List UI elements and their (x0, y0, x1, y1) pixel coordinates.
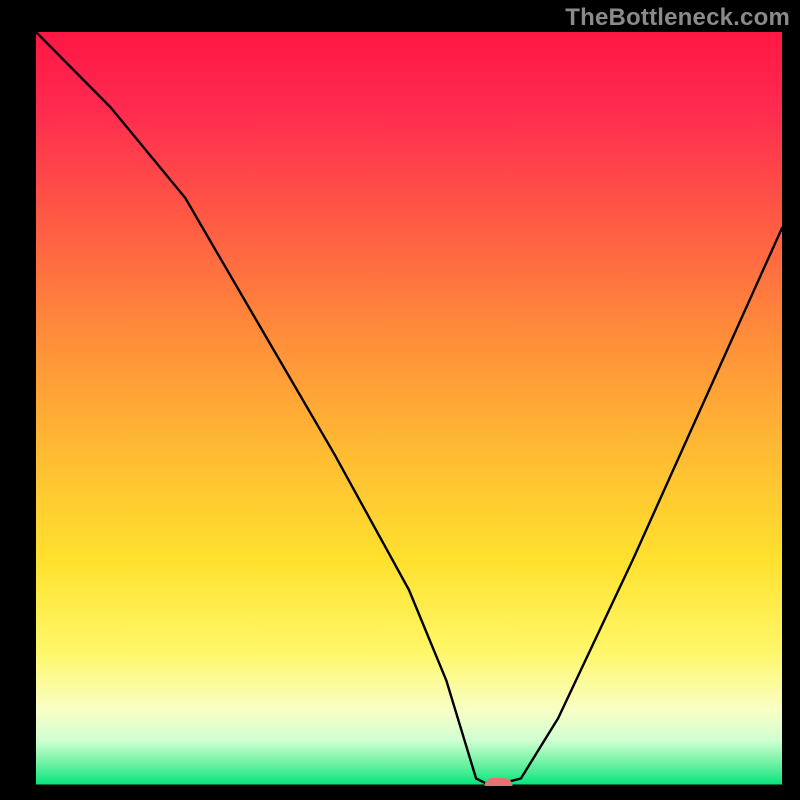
chart-canvas (0, 0, 800, 800)
chart-stage: TheBottleneck.com (0, 0, 800, 800)
chart-background (36, 32, 782, 786)
